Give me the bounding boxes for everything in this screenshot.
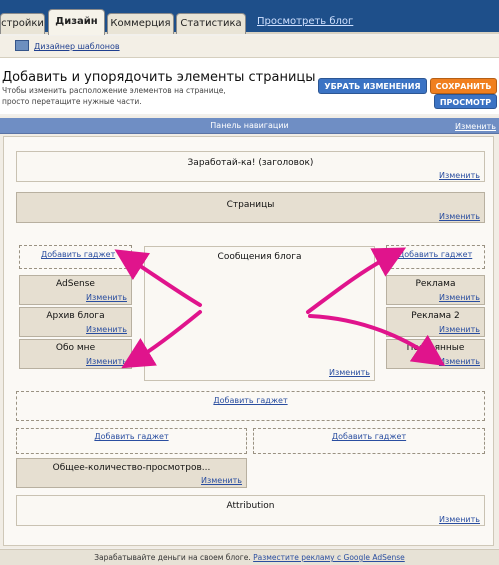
left-add-gadget-link[interactable]: Добавить гаджет — [41, 250, 115, 259]
save-button[interactable]: СОХРАНИТЬ — [430, 78, 497, 94]
tab-stats-label: Статистика — [180, 18, 242, 29]
permanent-widget-edit[interactable]: Изменить — [439, 357, 480, 366]
header-widget-edit[interactable]: Изменить — [439, 171, 480, 180]
about-widget-edit[interactable]: Изменить — [86, 357, 127, 366]
navbar-title: Панель навигации — [210, 121, 289, 130]
ads2-widget[interactable]: Реклама 2 Изменить — [386, 307, 485, 337]
template-designer-icon — [15, 40, 29, 51]
adsense-widget-title: AdSense — [56, 279, 95, 289]
col1-add-gadget[interactable]: Добавить гаджет — [16, 428, 247, 454]
permanent-widget[interactable]: Постоянные Изменить — [386, 339, 485, 369]
archive-widget-edit[interactable]: Изменить — [86, 325, 127, 334]
pages-widget[interactable]: Страницы Изменить — [16, 192, 485, 223]
preview-button[interactable]: ПРОСМОТР — [434, 94, 497, 109]
page-description: Чтобы изменить расположение элементов на… — [2, 86, 226, 106]
view-blog-link[interactable]: Просмотреть блог — [257, 16, 353, 27]
tab-settings[interactable]: стройки — [0, 13, 45, 34]
ads-widget[interactable]: Реклама Изменить — [386, 275, 485, 305]
tab-stats[interactable]: Статистика — [176, 13, 246, 34]
attribution-widget-title: Attribution — [226, 501, 275, 511]
navbar-edit-link[interactable]: Изменить — [455, 122, 496, 131]
archive-widget-title: Архив блога — [46, 311, 105, 321]
full-add-gadget-link[interactable]: Добавить гаджет — [17, 396, 484, 405]
blog-posts-title: Сообщения блога — [217, 252, 302, 262]
tab-commerce[interactable]: Коммерция — [107, 13, 174, 34]
header-widget[interactable]: Заработай-ка! (заголовок) Изменить — [16, 151, 485, 182]
pages-widget-edit[interactable]: Изменить — [439, 212, 480, 221]
right-add-gadget-link[interactable]: Добавить гаджет — [398, 250, 472, 259]
permanent-widget-title: Постоянные — [406, 343, 465, 353]
page-title: Добавить и упорядочить элементы страницы — [2, 70, 316, 85]
pageviews-widget[interactable]: Общее-количество-просмотров... Изменить — [16, 458, 247, 488]
clear-changes-button[interactable]: УБРАТЬ ИЗМЕНЕНИЯ — [318, 78, 427, 94]
footer-adsense-link[interactable]: Разместите рекламу с Google AdSense — [253, 553, 405, 562]
ads2-widget-edit[interactable]: Изменить — [439, 325, 480, 334]
full-add-gadget[interactable]: Добавить гаджет — [16, 391, 485, 421]
footer-message: Зарабатывайте деньги на своем блоге. — [94, 553, 251, 562]
ads2-widget-title: Реклама 2 — [411, 311, 460, 321]
blog-posts-widget[interactable]: Сообщения блога Изменить — [144, 246, 375, 381]
about-widget-title: Обо мне — [55, 343, 96, 353]
archive-widget[interactable]: Архив блога Изменить — [19, 307, 132, 337]
tab-design[interactable]: Дизайн — [48, 9, 105, 35]
about-widget[interactable]: Обо мне Изменить — [19, 339, 132, 369]
attribution-widget[interactable]: Attribution Изменить — [16, 495, 485, 526]
template-designer-link[interactable]: Дизайнер шаблонов — [34, 42, 120, 51]
right-add-gadget[interactable]: Добавить гаджет — [386, 245, 485, 269]
ads-widget-title: Реклама — [415, 279, 456, 289]
adsense-widget-edit[interactable]: Изменить — [86, 293, 127, 302]
col2-add-gadget[interactable]: Добавить гаджет — [253, 428, 485, 454]
tab-design-label: Дизайн — [55, 16, 98, 27]
ads-widget-edit[interactable]: Изменить — [439, 293, 480, 302]
header-widget-title: Заработай-ка! (заголовок) — [187, 158, 314, 168]
pageviews-widget-title: Общее-количество-просмотров... — [52, 463, 211, 473]
left-add-gadget[interactable]: Добавить гаджет — [19, 245, 132, 269]
pages-widget-title: Страницы — [226, 200, 275, 210]
tab-commerce-label: Коммерция — [110, 18, 171, 29]
pageviews-widget-edit[interactable]: Изменить — [201, 476, 242, 485]
footer-text: Зарабатывайте деньги на своем блоге. Раз… — [0, 553, 499, 562]
col2-add-gadget-link[interactable]: Добавить гаджет — [254, 432, 484, 441]
adsense-widget[interactable]: AdSense Изменить — [19, 275, 132, 305]
blog-posts-edit[interactable]: Изменить — [329, 368, 370, 377]
col1-add-gadget-link[interactable]: Добавить гаджет — [17, 432, 246, 441]
attribution-widget-edit[interactable]: Изменить — [439, 515, 480, 524]
tab-settings-label: стройки — [1, 18, 44, 29]
